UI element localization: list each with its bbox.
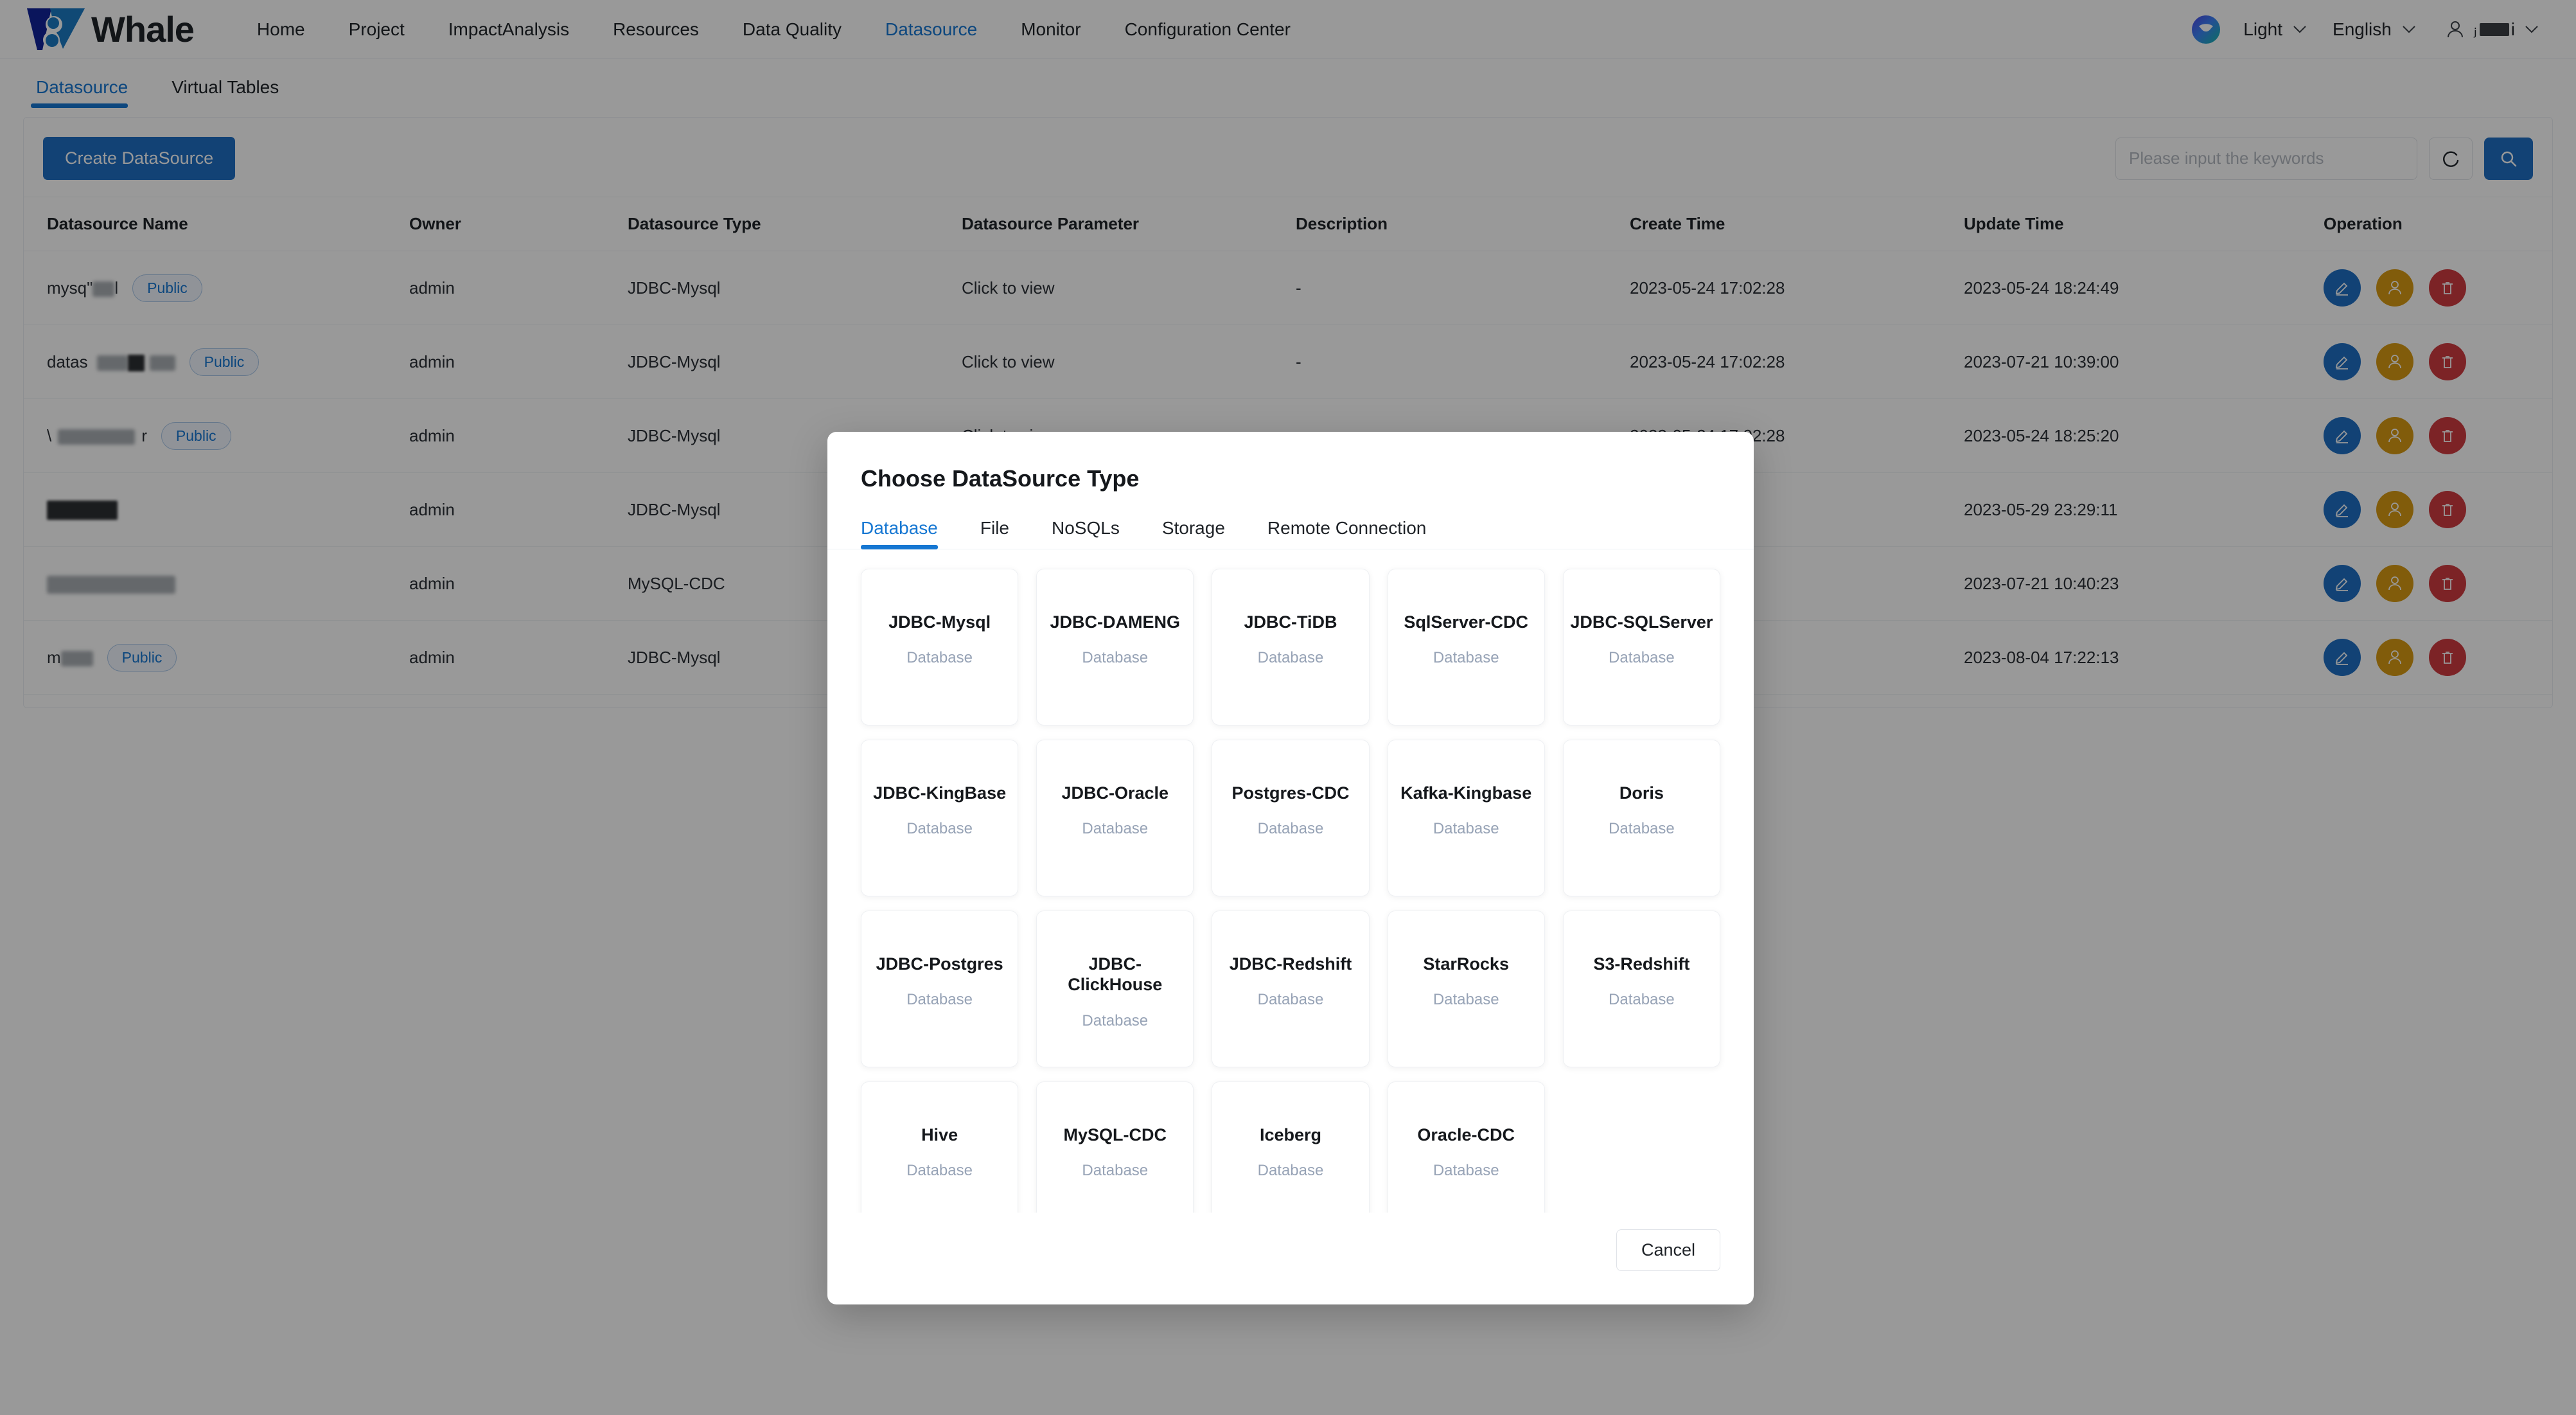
type-card-category: Database (1609, 649, 1675, 667)
type-card-category: Database (1257, 1162, 1324, 1180)
type-card-name: Kafka-Kingbase (1400, 783, 1532, 803)
type-card-category: Database (1609, 991, 1675, 1009)
choose-datasource-type-dialog: Choose DataSource Type Database File NoS… (827, 432, 1754, 1304)
type-card-oracle-cdc[interactable]: Oracle-CDC Database (1387, 1081, 1545, 1213)
type-card-name: SqlServer-CDC (1404, 612, 1528, 632)
type-card-jdbc-dameng[interactable]: JDBC-DAMENG Database (1036, 569, 1194, 725)
type-card-category: Database (906, 1162, 973, 1180)
type-card-jdbc-mysql[interactable]: JDBC-Mysql Database (861, 569, 1019, 725)
type-card-jdbc-redshift[interactable]: JDBC-Redshift Database (1212, 911, 1370, 1067)
type-card-jdbc-postgres[interactable]: JDBC-Postgres Database (861, 911, 1019, 1067)
type-card-name: JDBC-SQLServer (1570, 612, 1713, 632)
type-card-jdbc-oracle[interactable]: JDBC-Oracle Database (1036, 740, 1194, 896)
type-card-name: Postgres-CDC (1231, 783, 1350, 803)
dialog-footer: Cancel (827, 1213, 1754, 1304)
type-card-name: Oracle-CDC (1417, 1125, 1515, 1144)
type-card-category: Database (1082, 1162, 1149, 1180)
type-card-hive[interactable]: Hive Database (861, 1081, 1019, 1213)
type-card-category: Database (906, 820, 973, 838)
type-card-name: JDBC-DAMENG (1050, 612, 1181, 632)
type-card-category: Database (906, 649, 973, 667)
type-card-name: StarRocks (1423, 954, 1509, 974)
type-card-category: Database (906, 991, 973, 1009)
type-card-sqlserver-cdc[interactable]: SqlServer-CDC Database (1387, 569, 1545, 725)
dialog-title: Choose DataSource Type (861, 465, 1140, 492)
type-card-name: JDBC-Redshift (1229, 954, 1352, 974)
type-card-category: Database (1082, 820, 1149, 838)
type-card-name: JDBC-KingBase (873, 783, 1007, 803)
dialog-tabs: Database File NoSQLs Storage Remote Conn… (827, 492, 1754, 549)
type-card-category: Database (1433, 1162, 1499, 1180)
type-card-name: JDBC-TiDB (1244, 612, 1337, 632)
cancel-button[interactable]: Cancel (1616, 1229, 1720, 1271)
dialog-body: JDBC-Mysql Database JDBC-DAMENG Database J… (827, 549, 1754, 1213)
type-card-name: JDBC-Postgres (876, 954, 1003, 974)
type-card-name: JDBC-Oracle (1061, 783, 1169, 803)
type-card-jdbc-sqlserver[interactable]: JDBC-SQLServer Database (1562, 569, 1720, 725)
type-card-category: Database (1257, 991, 1324, 1009)
type-card-category: Database (1082, 649, 1149, 667)
dialog-tab-nosqls[interactable]: NoSQLs (1052, 518, 1120, 549)
type-card-name: Doris (1619, 783, 1664, 803)
type-card-iceberg[interactable]: Iceberg Database (1212, 1081, 1370, 1213)
type-card-kafka-kingbase[interactable]: Kafka-Kingbase Database (1387, 740, 1545, 896)
type-card-name: S3-Redshift (1593, 954, 1690, 974)
type-card-category: Database (1433, 991, 1499, 1009)
type-card-category: Database (1257, 820, 1324, 838)
type-card-jdbc-clickhouse[interactable]: JDBC-ClickHouse Database (1036, 911, 1194, 1067)
type-card-category: Database (1257, 649, 1324, 667)
type-card-jdbc-kingbase[interactable]: JDBC-KingBase Database (861, 740, 1019, 896)
type-card-category: Database (1433, 649, 1499, 667)
type-card-category: Database (1433, 820, 1499, 838)
dialog-tab-database[interactable]: Database (861, 518, 938, 549)
type-card-name: Iceberg (1259, 1125, 1322, 1144)
type-card-name: MySQL-CDC (1063, 1125, 1167, 1144)
dialog-tab-file[interactable]: File (980, 518, 1009, 549)
type-card-postgres-cdc[interactable]: Postgres-CDC Database (1212, 740, 1370, 896)
type-card-doris[interactable]: Doris Database (1562, 740, 1720, 896)
type-card-name: JDBC-Mysql (888, 612, 991, 632)
dialog-tab-remote-connection[interactable]: Remote Connection (1267, 518, 1426, 549)
dialog-tab-storage[interactable]: Storage (1162, 518, 1225, 549)
type-card-name: Hive (921, 1125, 958, 1144)
type-card-jdbc-tidb[interactable]: JDBC-TiDB Database (1212, 569, 1370, 725)
type-card-category: Database (1609, 820, 1675, 838)
type-card-starrocks[interactable]: StarRocks Database (1387, 911, 1545, 1067)
type-card-category: Database (1082, 1011, 1149, 1029)
type-card-name: JDBC-ClickHouse (1068, 954, 1163, 995)
type-card-mysql-cdc[interactable]: MySQL-CDC Database (1036, 1081, 1194, 1213)
type-card-s3-redshift[interactable]: S3-Redshift Database (1562, 911, 1720, 1067)
datasource-type-grid: JDBC-Mysql Database JDBC-DAMENG Database J… (861, 569, 1720, 1213)
